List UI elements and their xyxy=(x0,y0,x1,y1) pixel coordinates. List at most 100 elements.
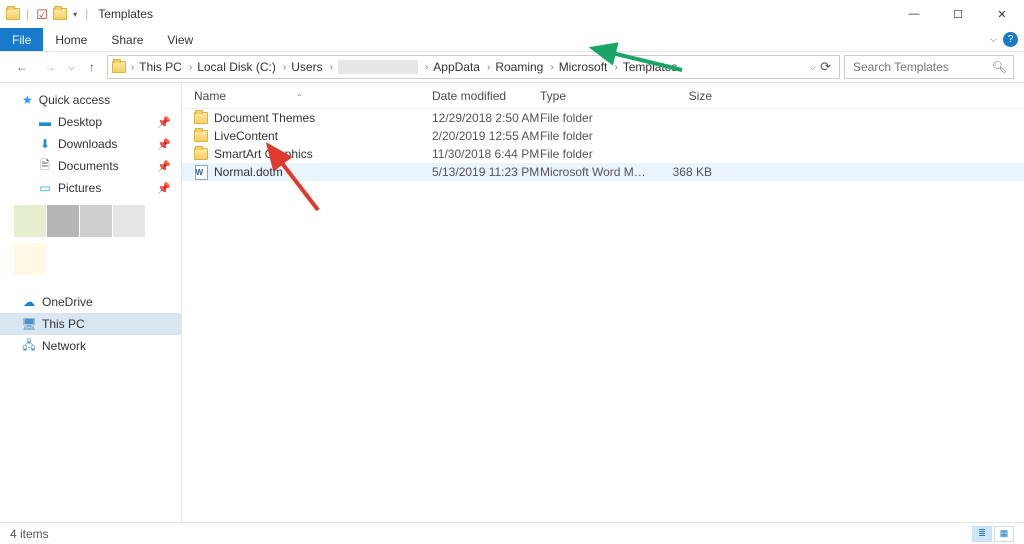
folder-icon xyxy=(194,129,208,143)
history-dropdown-icon[interactable]: ⌵ xyxy=(66,62,77,73)
download-icon: ⬇ xyxy=(38,137,52,151)
sidebar-item-downloads[interactable]: ⬇ Downloads 📌 xyxy=(0,133,181,155)
thumb[interactable] xyxy=(47,205,79,237)
pictures-icon: ▭ xyxy=(38,181,52,195)
thumb[interactable] xyxy=(113,205,145,237)
window-title: Templates xyxy=(98,7,153,21)
table-row[interactable]: LiveContent 2/20/2019 12:55 AM File fold… xyxy=(182,127,1024,145)
address-row: ← → ⌵ ↑ ›This PC ›Local Disk (C:) ›Users… xyxy=(0,52,1024,82)
chevron-right-icon[interactable]: › xyxy=(186,62,195,73)
file-type: File folder xyxy=(540,147,652,161)
address-bar[interactable]: ›This PC ›Local Disk (C:) ›Users ›hidden… xyxy=(107,55,840,79)
main: ★ Quick access ▬ Desktop 📌 ⬇ Downloads 📌… xyxy=(0,82,1024,522)
thumb[interactable] xyxy=(14,243,46,275)
sidebar-item-pictures[interactable]: ▭ Pictures 📌 xyxy=(0,177,181,199)
col-name[interactable]: Name xyxy=(194,89,226,103)
chevron-right-icon[interactable]: › xyxy=(327,62,336,73)
word-icon xyxy=(194,165,208,179)
file-type: File folder xyxy=(540,111,652,125)
folder-icon xyxy=(194,147,208,161)
sort-indicator-icon: ⌃ xyxy=(296,93,303,102)
pin-icon: 📌 xyxy=(157,182,171,195)
check-icon[interactable]: ☑ xyxy=(35,7,49,21)
chevron-right-icon[interactable]: › xyxy=(547,62,556,73)
thumb[interactable] xyxy=(14,205,46,237)
addr-dropdown-icon[interactable]: ⌵ xyxy=(807,62,818,73)
sidebar-quick-access[interactable]: ★ Quick access xyxy=(0,89,181,111)
crumb-appdata[interactable]: AppData xyxy=(433,60,480,74)
up-button[interactable]: ↑ xyxy=(81,56,103,78)
sidebar-item-documents[interactable]: 🗎 Documents 📌 xyxy=(0,155,181,177)
sidebar-network[interactable]: 🖧 Network xyxy=(0,335,181,357)
crumb-templates[interactable]: Templates xyxy=(623,60,678,74)
table-row[interactable]: SmartArt Graphics 11/30/2018 6:44 PM Fil… xyxy=(182,145,1024,163)
table-row[interactable]: Normal.dotm 5/13/2019 11:23 PM Microsoft… xyxy=(182,163,1024,181)
file-name: LiveContent xyxy=(214,129,278,143)
title-bar: | ☑ ▾ | Templates — ☐ ✕ xyxy=(0,0,1024,28)
sidebar: ★ Quick access ▬ Desktop 📌 ⬇ Downloads 📌… xyxy=(0,83,182,522)
minimize-button[interactable]: — xyxy=(892,0,936,28)
back-button[interactable]: ← xyxy=(10,55,34,79)
crumb-users[interactable]: Users xyxy=(291,60,322,74)
network-icon: 🖧 xyxy=(22,339,36,353)
crumb-user-masked[interactable]: hidden xyxy=(338,60,418,74)
thumbnails-view-button[interactable]: ▦ xyxy=(994,526,1014,542)
file-date: 12/29/2018 2:50 AM xyxy=(432,111,540,125)
sidebar-label: This PC xyxy=(42,317,85,331)
chevron-right-icon[interactable]: › xyxy=(484,62,493,73)
refresh-icon[interactable]: ⟳ xyxy=(820,59,831,75)
file-date: 11/30/2018 6:44 PM xyxy=(432,147,540,161)
tab-file[interactable]: File xyxy=(0,28,43,51)
recent-thumbnails xyxy=(0,243,181,281)
ribbon: File Home Share View ⌵ ? xyxy=(0,28,1024,52)
star-icon: ★ xyxy=(22,93,33,107)
sidebar-onedrive[interactable]: ☁ OneDrive xyxy=(0,291,181,313)
maximize-button[interactable]: ☐ xyxy=(936,0,980,28)
search-input[interactable] xyxy=(851,59,992,75)
file-list: Document Themes 12/29/2018 2:50 AM File … xyxy=(182,109,1024,522)
tab-home[interactable]: Home xyxy=(43,28,99,51)
chevron-right-icon[interactable]: › xyxy=(422,62,431,73)
forward-button[interactable]: → xyxy=(38,55,62,79)
close-button[interactable]: ✕ xyxy=(980,0,1024,28)
file-size: 368 KB xyxy=(652,165,712,179)
col-size[interactable]: Size xyxy=(652,89,712,103)
column-headers[interactable]: Name ⌃ Date modified Type Size xyxy=(182,83,1024,109)
chevron-right-icon[interactable]: › xyxy=(128,62,137,73)
pc-icon: 🖥 xyxy=(22,317,36,331)
col-type[interactable]: Type xyxy=(540,89,652,103)
separator: | xyxy=(83,7,90,21)
sidebar-item-label: Documents xyxy=(58,159,119,173)
sidebar-thispc[interactable]: 🖥 This PC xyxy=(0,313,181,335)
tab-view[interactable]: View xyxy=(155,28,205,51)
crumb-roaming[interactable]: Roaming xyxy=(495,60,543,74)
sidebar-item-label: Pictures xyxy=(58,181,101,195)
sidebar-item-desktop[interactable]: ▬ Desktop 📌 xyxy=(0,111,181,133)
table-row[interactable]: Document Themes 12/29/2018 2:50 AM File … xyxy=(182,109,1024,127)
col-date[interactable]: Date modified xyxy=(432,89,540,103)
crumb-thispc[interactable]: This PC xyxy=(139,60,182,74)
qat-dropdown-icon[interactable]: ▾ xyxy=(71,10,79,19)
tab-share[interactable]: Share xyxy=(99,28,155,51)
folder-icon xyxy=(53,7,67,21)
sidebar-label: OneDrive xyxy=(42,295,93,309)
folder-icon xyxy=(194,111,208,125)
file-date: 5/13/2019 11:23 PM xyxy=(432,165,540,179)
sidebar-item-label: Downloads xyxy=(58,137,117,151)
file-name: Document Themes xyxy=(214,111,315,125)
ribbon-expand-icon[interactable]: ⌵ xyxy=(990,34,997,45)
documents-icon: 🗎 xyxy=(38,159,52,173)
help-icon[interactable]: ? xyxy=(1003,32,1018,47)
chevron-right-icon[interactable]: › xyxy=(280,62,289,73)
search-box[interactable]: 🔍︎ xyxy=(844,55,1014,79)
content-pane: Name ⌃ Date modified Type Size Document T… xyxy=(182,83,1024,522)
item-count: 4 items xyxy=(10,527,49,541)
chevron-right-icon[interactable]: › xyxy=(611,62,620,73)
file-name: Normal.dotm xyxy=(214,165,283,179)
details-view-button[interactable]: ≣ xyxy=(972,526,992,542)
folder-icon xyxy=(112,60,126,74)
crumb-drive[interactable]: Local Disk (C:) xyxy=(197,60,276,74)
search-icon[interactable]: 🔍︎ xyxy=(992,60,1007,74)
thumb[interactable] xyxy=(80,205,112,237)
crumb-microsoft[interactable]: Microsoft xyxy=(559,60,608,74)
